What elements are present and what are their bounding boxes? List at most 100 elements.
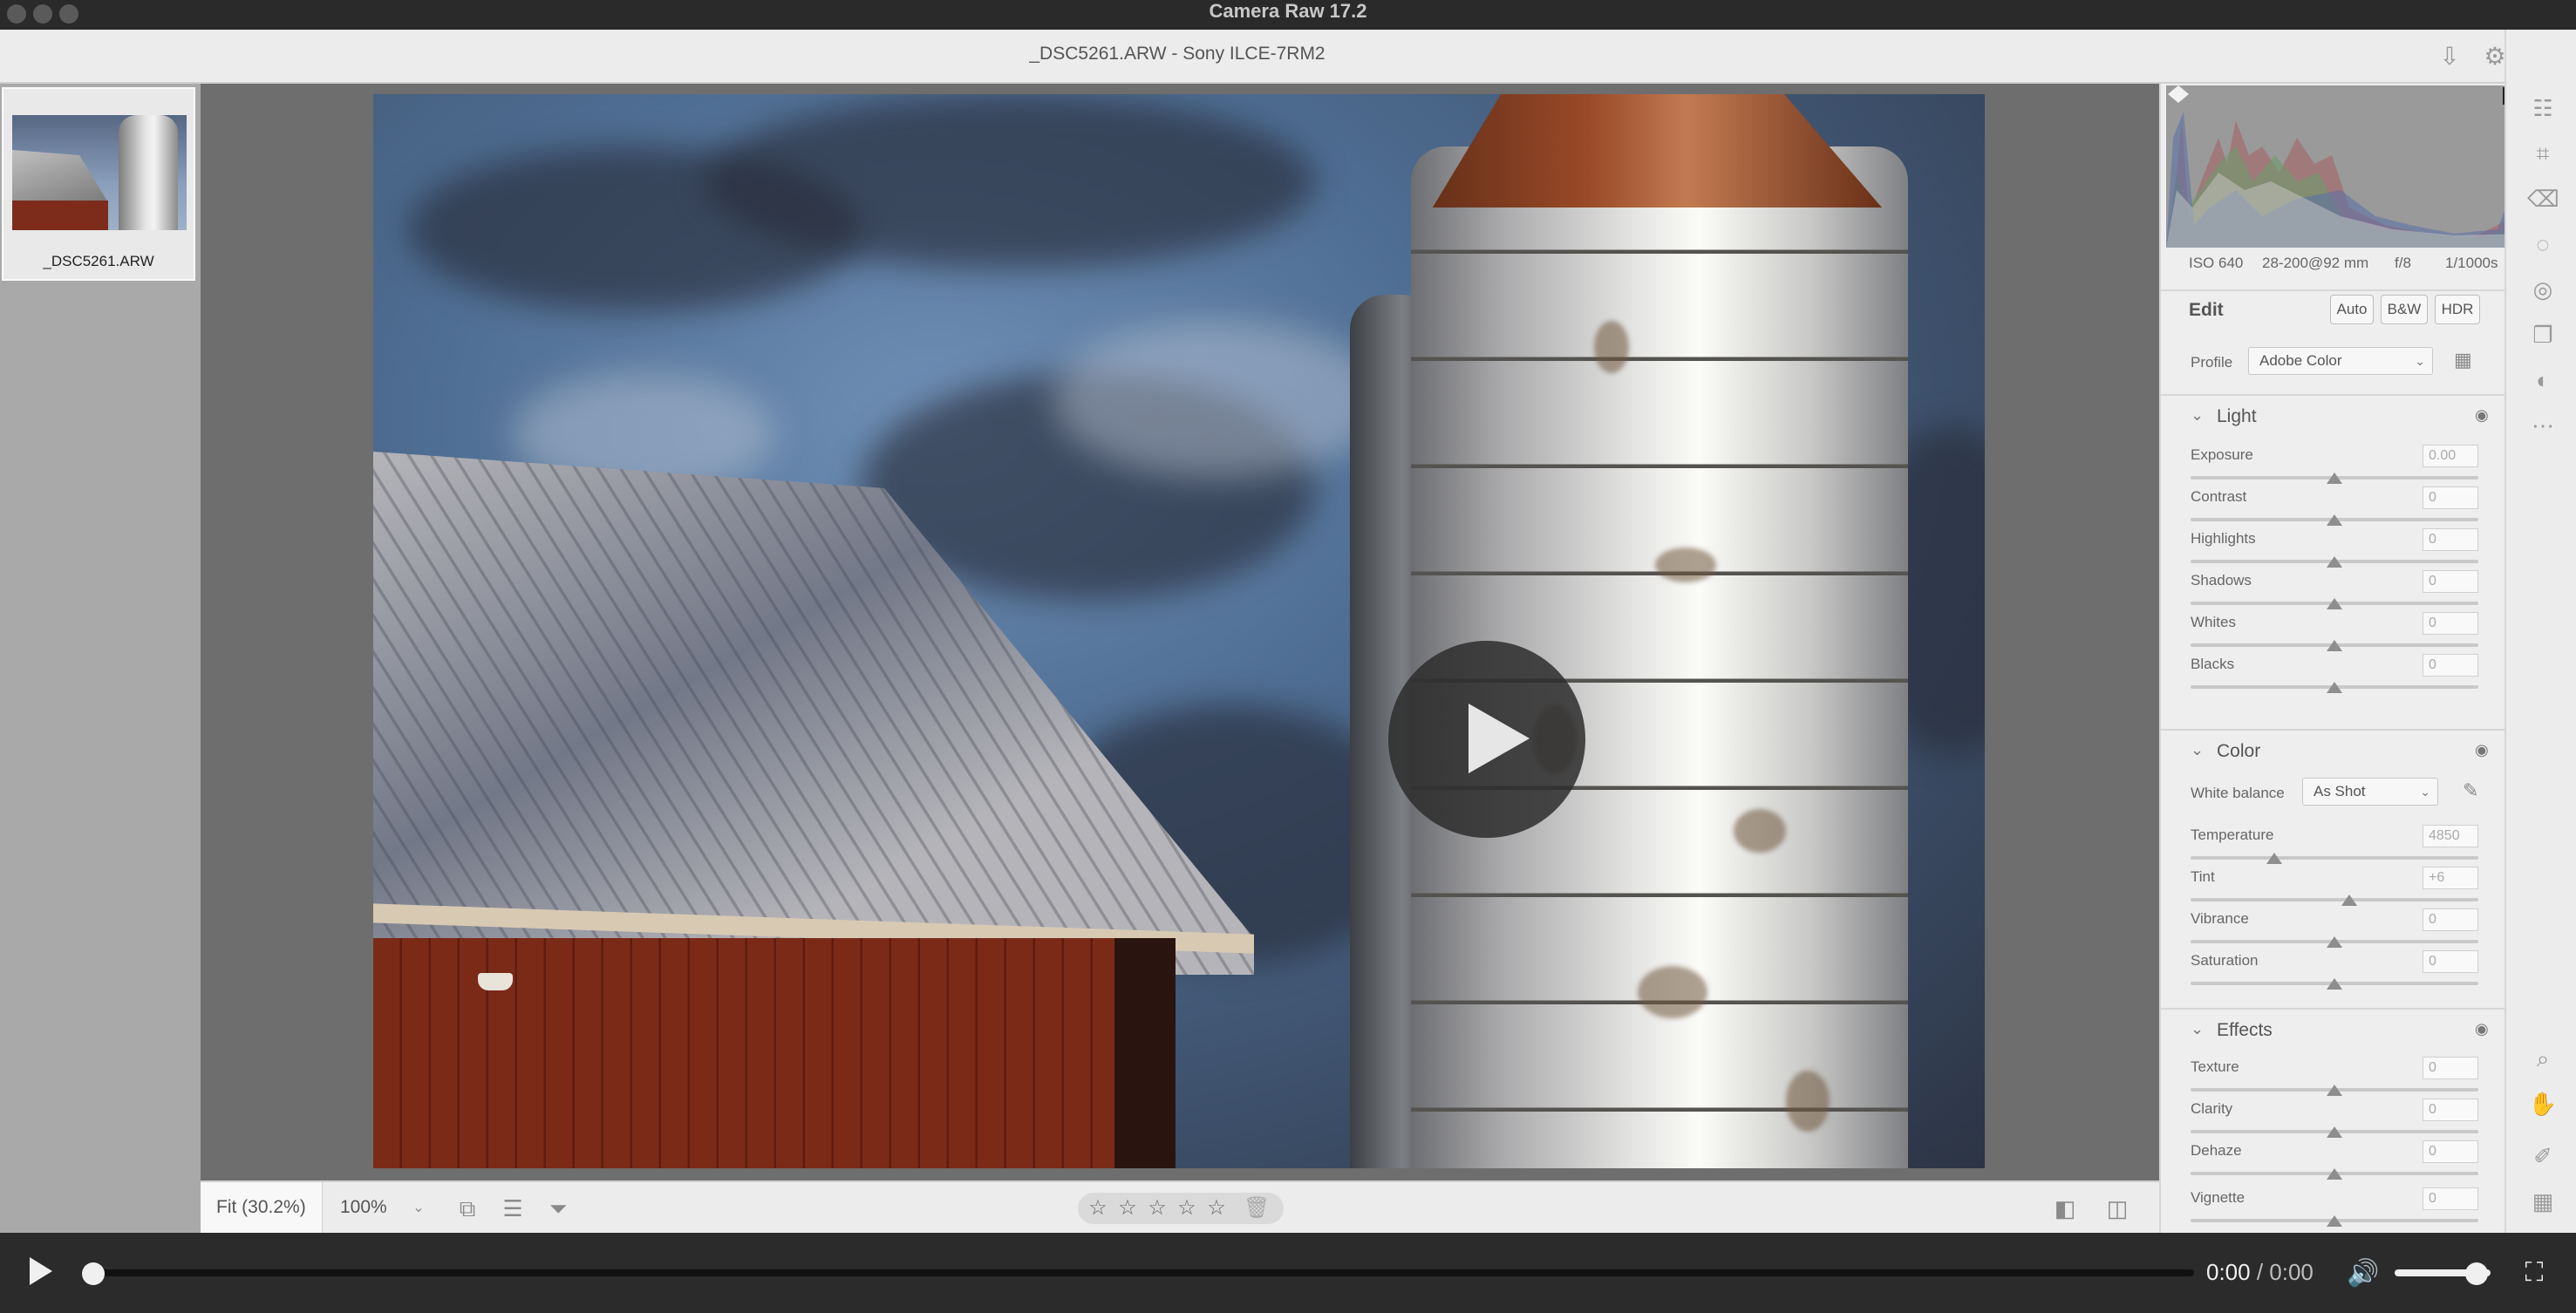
presets-icon[interactable]: ◐ bbox=[2527, 364, 2559, 396]
slider-thumb[interactable] bbox=[2327, 556, 2342, 568]
eye-icon[interactable]: ◉ bbox=[2475, 1020, 2489, 1038]
slider-thumb[interactable] bbox=[2327, 682, 2342, 693]
slider-thumb[interactable] bbox=[2327, 640, 2342, 651]
clarity-slider[interactable]: Clarity 0 bbox=[2191, 1099, 2492, 1142]
bottom-toolbar: Fit (30.2%) 100% ⌄ ⧉ ☰ ⏷ ☆ ☆ ☆ ☆ ☆ 🗑 ◧ ◫ bbox=[201, 1180, 2159, 1233]
profile-select[interactable]: Adobe Color ⌄ bbox=[2248, 347, 2433, 375]
sort-icon[interactable]: ☰ bbox=[497, 1193, 528, 1224]
blacks-slider[interactable]: Blacks 0 bbox=[2191, 654, 2492, 697]
white-balance-select[interactable]: As Shot ⌄ bbox=[2302, 778, 2438, 806]
exposure-slider[interactable]: Exposure 0.00 bbox=[2191, 445, 2492, 488]
play-overlay-button[interactable] bbox=[1388, 641, 1585, 838]
fit-zoom-button[interactable]: Fit (30.2%) bbox=[201, 1182, 323, 1233]
slider-thumb[interactable] bbox=[2327, 1126, 2342, 1138]
auto-button[interactable]: Auto bbox=[2330, 295, 2374, 324]
shadows-slider[interactable]: Shadows 0 bbox=[2191, 570, 2492, 614]
slider-value-field[interactable]: +6 bbox=[2423, 867, 2478, 889]
slider-label: Shadows bbox=[2191, 572, 2252, 588]
whites-slider[interactable]: Whites 0 bbox=[2191, 612, 2492, 656]
eye-icon[interactable]: ◉ bbox=[2475, 741, 2489, 759]
color-section-header[interactable]: ⌄ Color ◉ bbox=[2161, 729, 2527, 772]
slider-value-field[interactable]: 0 bbox=[2423, 1140, 2478, 1163]
volume-icon[interactable]: 🔊 bbox=[2346, 1259, 2381, 1289]
save-icon[interactable]: ⇩ bbox=[2435, 42, 2464, 71]
slider-label: Contrast bbox=[2191, 488, 2247, 505]
sampler-icon[interactable]: ✐ bbox=[2527, 1140, 2559, 1172]
slider-value-field[interactable]: 0 bbox=[2423, 908, 2478, 931]
filmstrip-item[interactable]: _DSC5261.ARW bbox=[2, 87, 195, 281]
slider-value-field[interactable]: 4850 bbox=[2423, 825, 2478, 847]
slider-thumb[interactable] bbox=[2341, 895, 2357, 906]
effects-section-header[interactable]: ⌄ Effects ◉ bbox=[2161, 1008, 2527, 1051]
exif-iso: ISO 640 bbox=[2189, 255, 2244, 271]
eye-icon[interactable]: ◉ bbox=[2475, 406, 2489, 425]
light-section-header[interactable]: ⌄ Light ◉ bbox=[2161, 394, 2527, 438]
slider-value-field[interactable]: 0 bbox=[2423, 1099, 2478, 1121]
trash-icon[interactable]: 🗑 bbox=[1244, 1194, 1270, 1222]
crop-icon[interactable]: ⌗ bbox=[2527, 138, 2559, 169]
filter-icon[interactable]: ⏷ bbox=[542, 1193, 574, 1224]
more-icon[interactable]: ⋯ bbox=[2527, 410, 2559, 441]
hand-icon[interactable]: ✋ bbox=[2527, 1088, 2559, 1119]
mask-icon[interactable]: ◌ bbox=[2527, 228, 2559, 260]
highlights-slider[interactable]: Highlights 0 bbox=[2191, 528, 2492, 572]
slider-thumb[interactable] bbox=[2327, 1215, 2342, 1227]
slider-thumb[interactable] bbox=[2266, 853, 2282, 864]
saturation-slider[interactable]: Saturation 0 bbox=[2191, 950, 2492, 994]
slider-track[interactable] bbox=[2191, 898, 2478, 901]
volume-knob[interactable] bbox=[2464, 1262, 2488, 1285]
play-icon[interactable] bbox=[30, 1257, 52, 1285]
dehaze-slider[interactable]: Dehaze 0 bbox=[2191, 1140, 2492, 1184]
tint-slider[interactable]: Tint +6 bbox=[2191, 867, 2492, 910]
rating-star-4[interactable]: ☆ bbox=[1174, 1194, 1200, 1222]
eyedropper-icon[interactable]: ✎ bbox=[2463, 779, 2478, 802]
slider-value-field[interactable]: 0 bbox=[2423, 950, 2478, 973]
slider-thumb[interactable] bbox=[2327, 936, 2342, 948]
slider-thumb[interactable] bbox=[2327, 514, 2342, 526]
slider-value-field[interactable]: 0 bbox=[2423, 612, 2478, 635]
exif-aperture: f/8 bbox=[2395, 255, 2411, 271]
vibrance-slider[interactable]: Vibrance 0 bbox=[2191, 908, 2492, 952]
snapshots-icon[interactable]: ❐ bbox=[2527, 319, 2559, 350]
profile-label: Profile bbox=[2191, 354, 2233, 371]
image-canvas[interactable] bbox=[201, 84, 2159, 1180]
progress-bar[interactable] bbox=[92, 1269, 2194, 1276]
rating-star-2[interactable]: ☆ bbox=[1114, 1194, 1141, 1222]
slider-thumb[interactable] bbox=[2327, 1085, 2342, 1096]
rating-star-3[interactable]: ☆ bbox=[1144, 1194, 1170, 1222]
rating-star-5[interactable]: ☆ bbox=[1203, 1194, 1230, 1222]
profile-browser-icon[interactable]: ▦ bbox=[2454, 349, 2472, 371]
progress-knob[interactable] bbox=[82, 1262, 105, 1285]
chevron-down-icon[interactable]: ⌄ bbox=[403, 1193, 434, 1224]
rating-star-1[interactable]: ☆ bbox=[1085, 1194, 1111, 1222]
fullscreen-icon[interactable]: ⛶ bbox=[2518, 1257, 2550, 1289]
grid-icon[interactable]: ▦ bbox=[2527, 1186, 2559, 1217]
before-after-icon[interactable]: ◧ bbox=[2049, 1193, 2081, 1224]
texture-slider[interactable]: Texture 0 bbox=[2191, 1057, 2492, 1100]
slider-value-field[interactable]: 0 bbox=[2423, 570, 2478, 593]
eraser-icon[interactable]: ⌫ bbox=[2527, 183, 2559, 214]
zoom-icon[interactable]: ⌕ bbox=[2527, 1043, 2559, 1074]
slider-thumb[interactable] bbox=[2327, 473, 2342, 484]
slider-thumb[interactable] bbox=[2327, 598, 2342, 609]
time-display: 0:00 / 0:00 bbox=[2206, 1259, 2314, 1286]
bw-button[interactable]: B&W bbox=[2381, 295, 2428, 324]
slider-value-field[interactable]: 0 bbox=[2423, 1187, 2478, 1210]
slider-thumb[interactable] bbox=[2327, 978, 2342, 990]
vignette-slider[interactable]: Vignette 0 bbox=[2191, 1187, 2492, 1231]
filmstrip-toggle-icon[interactable]: ⧉ bbox=[452, 1193, 483, 1224]
slider-thumb[interactable] bbox=[2327, 1168, 2342, 1180]
red-eye-icon[interactable]: ◎ bbox=[2527, 274, 2559, 305]
compare-view-icon[interactable]: ◫ bbox=[2102, 1193, 2133, 1224]
slider-value-field[interactable]: 0 bbox=[2423, 1057, 2478, 1079]
slider-value-field[interactable]: 0.00 bbox=[2423, 445, 2478, 467]
slider-value-field[interactable]: 0 bbox=[2423, 654, 2478, 677]
slider-value-field[interactable]: 0 bbox=[2423, 486, 2478, 509]
slider-value-field[interactable]: 0 bbox=[2423, 528, 2478, 551]
temperature-slider[interactable]: Temperature 4850 bbox=[2191, 825, 2492, 868]
contrast-slider[interactable]: Contrast 0 bbox=[2191, 486, 2492, 530]
hdr-button[interactable]: HDR bbox=[2435, 295, 2480, 324]
slider-track[interactable] bbox=[2191, 856, 2478, 860]
profile-value: Adobe Color bbox=[2259, 352, 2342, 369]
sliders-icon[interactable]: ☷ bbox=[2527, 92, 2559, 124]
